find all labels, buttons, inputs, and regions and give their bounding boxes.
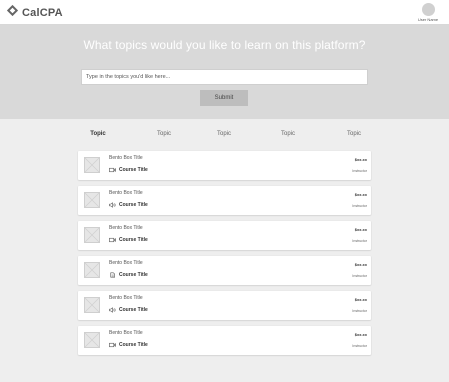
course-title: Course Title	[119, 307, 148, 313]
instructor: Instructor	[352, 274, 367, 278]
tab-topic-4[interactable]: Topic	[281, 131, 295, 137]
hero-section: What topics would you like to learn on t…	[0, 25, 449, 119]
course-title-row: Course Title	[109, 167, 148, 173]
document-icon	[110, 272, 115, 278]
price: $xx.xx	[354, 332, 367, 337]
course-card[interactable]: Bento Box Title Course Title $xx.xx Inst…	[78, 291, 371, 320]
user-name: User Name	[417, 17, 439, 22]
submit-button[interactable]: Submit	[200, 90, 248, 106]
course-title-row: Course Title	[109, 307, 148, 313]
image-placeholder-icon	[84, 297, 100, 313]
speaker-icon	[109, 307, 116, 313]
bento-box-title: Bento Box Title	[109, 330, 143, 336]
user-avatar-icon[interactable]	[421, 3, 435, 16]
instructor: Instructor	[352, 344, 367, 348]
diamond-logo-icon	[6, 4, 19, 22]
bento-box-title: Bento Box Title	[109, 225, 143, 231]
course-title-row: Course Title	[109, 342, 148, 348]
brand-logo[interactable]: CalCPA	[6, 4, 63, 22]
course-card[interactable]: Bento Box Title Course Title $xx.xx Inst…	[78, 326, 371, 355]
course-card[interactable]: Bento Box Title Course Title $xx.xx Inst…	[78, 186, 371, 215]
video-camera-icon	[109, 167, 116, 173]
bento-box-title: Bento Box Title	[109, 155, 143, 161]
course-title-row: Course Title	[109, 272, 148, 278]
course-title: Course Title	[119, 272, 148, 278]
course-title: Course Title	[119, 342, 148, 348]
course-title: Course Title	[119, 167, 148, 173]
image-placeholder-icon	[84, 157, 100, 173]
tab-topic-1[interactable]: Topic	[90, 131, 106, 137]
topics-input[interactable]	[81, 69, 368, 85]
course-title: Course Title	[119, 237, 148, 243]
bento-box-title: Bento Box Title	[109, 190, 143, 196]
topic-tabs: Topic Topic Topic Topic Topic	[78, 131, 371, 140]
image-placeholder-icon	[84, 332, 100, 348]
video-camera-icon	[109, 237, 116, 243]
price: $xx.xx	[354, 262, 367, 267]
instructor: Instructor	[352, 239, 367, 243]
price: $xx.xx	[354, 192, 367, 197]
course-card[interactable]: Bento Box Title Course Title $xx.xx Inst…	[78, 151, 371, 180]
instructor: Instructor	[352, 169, 367, 173]
image-placeholder-icon	[84, 192, 100, 208]
price: $xx.xx	[354, 297, 367, 302]
tab-topic-2[interactable]: Topic	[157, 131, 171, 137]
bento-box-title: Bento Box Title	[109, 295, 143, 301]
course-title-row: Course Title	[109, 202, 148, 208]
course-title-row: Course Title	[109, 237, 148, 243]
brand-name: CalCPA	[22, 6, 63, 19]
course-card[interactable]: Bento Box Title Course Title $xx.xx Inst…	[78, 221, 371, 250]
image-placeholder-icon	[84, 262, 100, 278]
instructor: Instructor	[352, 309, 367, 313]
user-menu[interactable]: User Name	[415, 3, 441, 22]
bento-box-title: Bento Box Title	[109, 260, 143, 266]
course-card[interactable]: Bento Box Title Course Title $xx.xx Inst…	[78, 256, 371, 285]
speaker-icon	[109, 202, 116, 208]
tab-topic-5[interactable]: Topic	[347, 131, 361, 137]
video-camera-icon	[109, 342, 116, 348]
price: $xx.xx	[354, 157, 367, 162]
course-title: Course Title	[119, 202, 148, 208]
hero-title: What topics would you like to learn on t…	[83, 38, 366, 52]
price: $xx.xx	[354, 227, 367, 232]
tab-topic-3[interactable]: Topic	[217, 131, 231, 137]
instructor: Instructor	[352, 204, 367, 208]
top-bar: CalCPA User Name	[0, 0, 449, 25]
image-placeholder-icon	[84, 227, 100, 243]
